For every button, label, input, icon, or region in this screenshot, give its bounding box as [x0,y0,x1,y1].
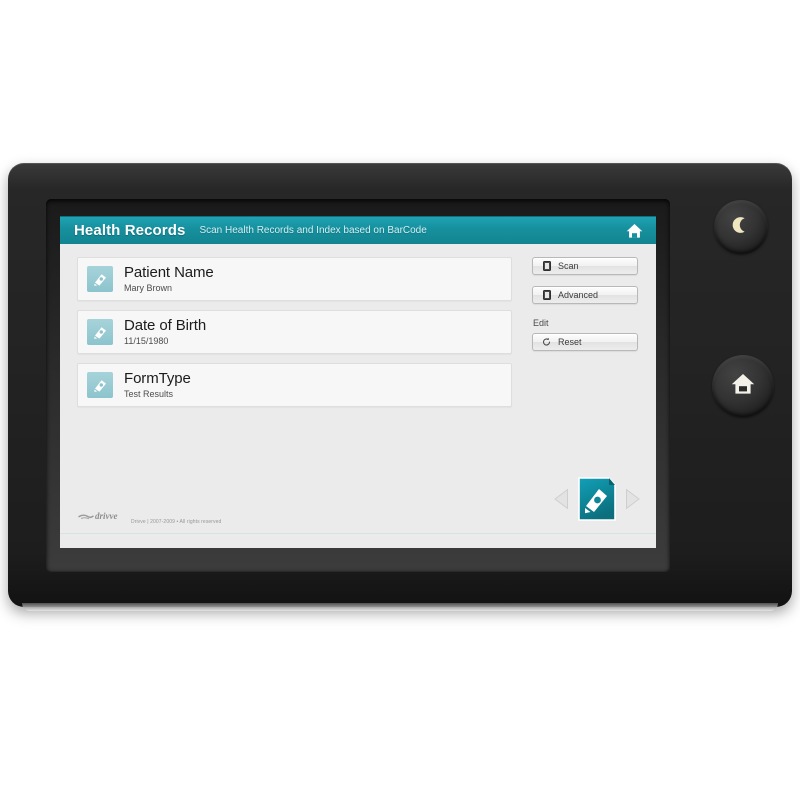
drivve-logo-icon: drivve [78,508,126,526]
scan-button[interactable]: Scan [532,257,638,275]
record-label: Patient Name [124,263,214,281]
svg-text:drivve: drivve [95,511,118,521]
sleep-button[interactable] [714,200,768,254]
refresh-arrow-icon [542,337,551,347]
advanced-button-label: Advanced [558,290,599,300]
scan-document-icon [87,319,113,345]
device-base-edge [22,603,778,611]
reset-button[interactable]: Reset [532,333,638,351]
advanced-button[interactable]: Advanced [532,286,638,304]
footer-brand: drivve Drivve | 2007-2009 • All rights r… [78,508,221,526]
table-row[interactable]: Date of Birth 11/15/1980 [77,310,512,354]
edit-section-label: Edit [533,318,549,328]
scanner-icon [542,290,551,300]
home-hardware-button[interactable] [712,355,774,417]
page-title: Health Records [74,222,186,239]
table-row[interactable]: Patient Name Mary Brown [77,257,512,301]
record-value: Mary Brown [124,282,173,293]
triangle-right-icon[interactable] [624,488,641,510]
device-screen: Health Records Scan Health Records and I… [60,216,656,548]
action-panel: Scan Advanced Edit Reset [532,257,638,362]
record-label: FormType [124,369,191,387]
reset-button-label: Reset [558,337,582,347]
content-divider [60,533,656,534]
pager [553,476,641,522]
crescent-moon-icon [731,215,751,240]
table-row[interactable]: FormType Test Results [77,363,512,407]
triangle-left-icon[interactable] [553,488,570,510]
scan-button-label: Scan [558,261,579,271]
app-header: Health Records Scan Health Records and I… [60,216,656,244]
scan-document-icon [87,372,113,398]
record-value: 11/15/1980 [124,335,169,346]
app-body: Patient Name Mary Brown Date of Birth 11… [60,244,656,548]
record-label: Date of Birth [124,316,207,334]
scanner-icon [542,261,551,271]
home-icon [730,372,756,401]
page-subtitle: Scan Health Records and Index based on B… [199,225,427,236]
record-list: Patient Name Mary Brown Date of Birth 11… [77,257,512,416]
scan-document-icon[interactable] [576,476,618,522]
home-icon[interactable] [624,221,644,241]
scan-document-icon [87,266,113,292]
record-value: Test Results [124,388,174,399]
copyright-text: Drivve | 2007-2009 • All rights reserved [131,519,222,525]
